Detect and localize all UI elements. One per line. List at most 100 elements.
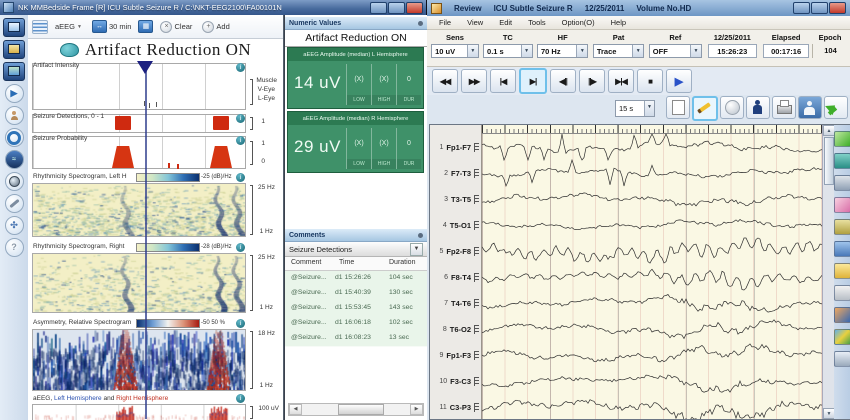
scroll-thumb[interactable]: [824, 137, 834, 185]
channel-label[interactable]: F3-C3: [450, 377, 471, 386]
export-arrow-icon[interactable]: [834, 131, 850, 147]
flag-icon[interactable]: [834, 197, 850, 213]
maximize-button[interactable]: [811, 2, 828, 14]
info-icon[interactable]: i: [236, 243, 245, 252]
help-icon[interactable]: ?: [4, 238, 24, 257]
channel-label[interactable]: F7-T3: [451, 169, 471, 178]
display-settings-icon[interactable]: ▦: [138, 20, 154, 33]
comment-row[interactable]: @Seizure... d1 15:40:39 130 sec: [285, 286, 427, 302]
rhythmicity-left-spectrogram[interactable]: [32, 183, 246, 237]
channel-label[interactable]: Fp2-F8: [446, 247, 471, 256]
pat-select[interactable]: Trace ▼: [592, 44, 645, 58]
comment-row[interactable]: @Seizure... d1 16:06:18 102 sec: [285, 316, 427, 332]
info-icon[interactable]: i: [236, 63, 245, 72]
monitor-eeg-icon[interactable]: [3, 62, 25, 81]
clinician-icon[interactable]: [4, 106, 24, 125]
new-page-icon[interactable]: [666, 96, 690, 119]
clear-button[interactable]: × Clear: [157, 20, 195, 34]
scroll-left-icon[interactable]: ◀: [289, 404, 302, 415]
chevron-down-icon[interactable]: ▼: [410, 242, 423, 256]
channel-label[interactable]: Fp1-F3: [446, 351, 471, 360]
add-button[interactable]: + Add: [199, 20, 232, 34]
channel-label[interactable]: C3-P3: [450, 403, 471, 412]
signature-icon[interactable]: [834, 351, 850, 367]
trend-cursor[interactable]: [145, 71, 147, 419]
pie-chart-icon[interactable]: [834, 307, 850, 323]
sens-select[interactable]: 10 uV ▼: [431, 44, 479, 58]
rewind-button[interactable]: ◀◀: [432, 69, 458, 93]
goto-marker-button[interactable]: ▶|◀: [608, 69, 634, 93]
menu-optiono[interactable]: Option(O): [554, 18, 603, 27]
numeric-values-header[interactable]: Numeric Values: [285, 17, 427, 30]
play-icon[interactable]: ▶: [4, 84, 24, 103]
stop-button[interactable]: ■: [637, 69, 663, 93]
comments-header[interactable]: Comments: [285, 229, 427, 242]
wrench-icon[interactable]: [4, 194, 24, 213]
eeg-trace-area[interactable]: [482, 125, 822, 419]
channel-label[interactable]: T3-T5: [451, 195, 471, 204]
channel-label[interactable]: F8-T4: [451, 273, 471, 282]
comments-filter[interactable]: Seizure Detections ▼: [285, 242, 427, 257]
close-button[interactable]: [406, 1, 423, 14]
monitor-trend-icon[interactable]: [3, 18, 25, 37]
channel-label[interactable]: Fp1-F7: [446, 143, 471, 152]
annotate-pen-icon[interactable]: [692, 96, 718, 121]
minimize-button[interactable]: [370, 1, 387, 14]
tc-select[interactable]: 0.1 s ▼: [483, 44, 533, 58]
hf-select[interactable]: 70 Hz ▼: [536, 44, 589, 58]
rotate-icon[interactable]: [834, 175, 850, 191]
pin-icon[interactable]: [418, 232, 423, 238]
play-button[interactable]: ▶: [666, 69, 692, 93]
step-forward-button[interactable]: ||▶: [579, 69, 605, 93]
menu-file[interactable]: File: [431, 18, 459, 27]
map-icon[interactable]: [834, 241, 850, 257]
fullscreen-icon[interactable]: ✣: [4, 216, 24, 235]
comment-row[interactable]: @Seizure... d1 15:26:26 104 sec: [285, 271, 427, 287]
camera-icon[interactable]: [4, 172, 24, 191]
info-icon[interactable]: i: [236, 394, 245, 403]
menu-tools[interactable]: Tools: [520, 18, 554, 27]
scroll-right-icon[interactable]: ▶: [410, 404, 423, 415]
sphere-icon[interactable]: [720, 96, 744, 119]
channel-label[interactable]: T4-T6: [451, 299, 471, 308]
globe-icon[interactable]: [834, 329, 850, 345]
minimize-button[interactable]: [793, 2, 810, 14]
ref-select[interactable]: OFF ▼: [648, 44, 702, 58]
trend-cursor-handle[interactable]: [137, 61, 153, 74]
timebase-button[interactable]: ↔ 30 min: [89, 19, 135, 34]
menu-view[interactable]: View: [459, 18, 491, 27]
ruler-icon[interactable]: [834, 219, 850, 235]
page-scale-select[interactable]: 15 s ▼: [615, 100, 655, 117]
settings-gear-icon[interactable]: [4, 128, 24, 147]
asymmetry-spectrogram[interactable]: [32, 329, 246, 391]
monitor-dual-icon[interactable]: [3, 40, 25, 59]
aeeg-trace[interactable]: [32, 404, 246, 420]
step-back-button[interactable]: ◀||: [550, 69, 576, 93]
channel-label[interactable]: T5-O1: [450, 221, 471, 230]
fast-forward-button[interactable]: ▶▶: [461, 69, 487, 93]
next-event-button[interactable]: ▶|: [519, 68, 547, 94]
folder-icon[interactable]: [834, 263, 850, 279]
bedside-monitor-icon[interactable]: ≈: [4, 150, 24, 169]
pin-icon[interactable]: [418, 20, 423, 26]
rhythmicity-right-spectrogram[interactable]: [32, 253, 246, 313]
montage-icon[interactable]: [834, 153, 850, 169]
pen-tool-icon[interactable]: [834, 285, 850, 301]
info-icon[interactable]: i: [236, 136, 245, 145]
menu-help[interactable]: Help: [603, 18, 634, 27]
comment-row[interactable]: @Seizure... d1 16:08:23 13 sec: [285, 331, 427, 347]
comments-hscrollbar[interactable]: ◀ ▶: [288, 403, 424, 416]
channel-label[interactable]: T6-O2: [450, 325, 471, 334]
snapshot-icon[interactable]: [798, 96, 822, 119]
info-icon[interactable]: i: [236, 114, 245, 123]
info-icon[interactable]: i: [236, 319, 245, 328]
comment-row[interactable]: @Seizure... d1 15:53:45 143 sec: [285, 301, 427, 317]
aeeg-mode-button[interactable]: aEEG ▼: [52, 21, 85, 32]
export-icon[interactable]: [824, 96, 848, 119]
left-titlebar[interactable]: NK MMBedside Frame [R] ICU Subtle Seizur…: [0, 0, 426, 15]
close-button[interactable]: [829, 2, 846, 14]
menu-edit[interactable]: Edit: [491, 18, 520, 27]
info-icon[interactable]: i: [236, 173, 245, 182]
print-icon[interactable]: [772, 96, 796, 119]
menu-icon[interactable]: [32, 19, 48, 34]
